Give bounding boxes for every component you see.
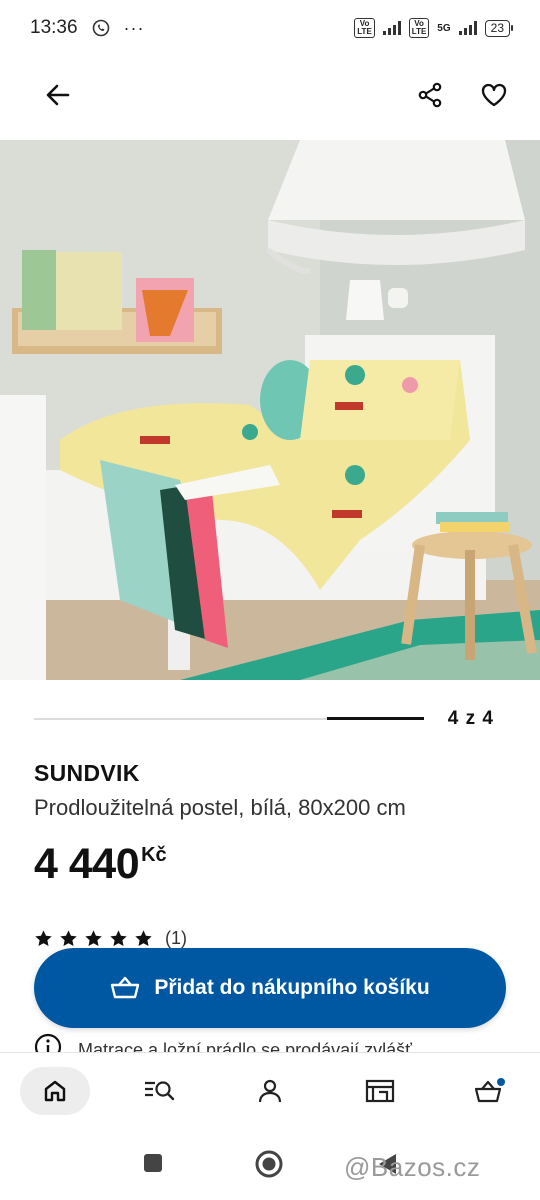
store-icon [365, 1079, 395, 1103]
product-image[interactable] [0, 140, 540, 680]
carousel-counter: 4 z 4 [447, 708, 494, 729]
app-bar [0, 62, 540, 128]
star-icon [85, 930, 102, 947]
star-icon [35, 930, 52, 947]
network-type: 5G [437, 22, 451, 34]
status-time: 13:36 [30, 17, 78, 38]
battery-indicator: 23 [484, 19, 514, 37]
nav-home[interactable] [20, 1067, 90, 1115]
nav-basket[interactable] [462, 1067, 518, 1115]
star-icon [135, 930, 152, 947]
volte-icon: Vo LTE [354, 18, 375, 38]
home-icon [44, 1080, 66, 1102]
product-photo [0, 140, 540, 680]
more-notifications-icon: ··· [123, 17, 145, 38]
recent-apps-button[interactable] [142, 1152, 164, 1179]
arrow-left-icon [46, 84, 70, 106]
square-icon [144, 1154, 162, 1172]
basket-icon [474, 1078, 505, 1103]
bottom-navigation [0, 1052, 540, 1132]
nav-search[interactable] [132, 1067, 188, 1115]
add-to-cart-label: Přidat do nákupního košíku [154, 976, 430, 999]
star-icon [60, 930, 77, 947]
signal-icon-2 [458, 21, 477, 35]
product-rating[interactable]: (1) [34, 928, 187, 949]
search-list-icon [145, 1081, 175, 1101]
watermark: @Bazos.cz [344, 1152, 481, 1182]
product-name: SUNDVIK [34, 760, 140, 786]
volte-icon-2: Vo LTE [408, 18, 430, 38]
share-icon [418, 82, 442, 108]
person-icon [258, 1079, 282, 1103]
cart-badge [497, 1078, 505, 1086]
star-icon [110, 930, 127, 947]
home-system-button[interactable] [254, 1149, 284, 1184]
product-description: Prodloužitelná postel, bílá, 80x200 cm [34, 795, 406, 820]
price-value: 4 440 [34, 840, 140, 888]
rating-count: (1) [165, 928, 187, 948]
price-currency: Kč [141, 844, 167, 866]
status-bar: 13:36 ··· Vo LTE Vo LTE 5G 23 [0, 0, 540, 56]
share-button[interactable] [406, 71, 454, 119]
heart-icon [481, 83, 507, 107]
add-to-cart-button[interactable]: Přidat do nákupního košíku [34, 948, 506, 1028]
image-carousel-indicator: 4 z 4 [34, 706, 506, 734]
favorite-button[interactable] [470, 71, 518, 119]
nav-profile[interactable] [242, 1067, 298, 1115]
whatsapp-icon [92, 19, 109, 37]
back-button[interactable] [34, 71, 82, 119]
circle-icon [255, 1150, 283, 1178]
basket-icon [111, 976, 140, 999]
carousel-progress [327, 717, 424, 720]
nav-store[interactable] [352, 1067, 408, 1115]
signal-icon [382, 21, 401, 35]
product-price: 4 440 Kč [34, 840, 167, 889]
